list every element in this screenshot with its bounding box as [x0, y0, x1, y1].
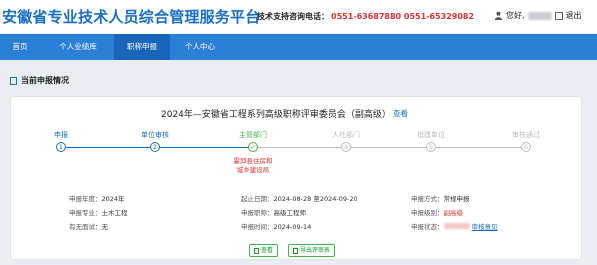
info-level: 申报级别：副高级: [411, 209, 463, 217]
step-current-department: 霍邱县住房和城乡建设局: [233, 157, 273, 174]
info-title: 申报职称：高级工程师: [241, 209, 306, 217]
application-card: 2024年—安徽省工程系列高级职称评审委员会（副高级） 查看 申报 单位审核 主…: [10, 96, 582, 260]
step-circle-5: 5: [426, 142, 436, 152]
export-icon: [293, 247, 298, 254]
info-dates: 起止日期：2024-08-28 至2024-09-20: [241, 195, 358, 203]
info-year: 申报年度：2024年: [69, 195, 125, 203]
user-icon: [494, 11, 503, 20]
nav-performance[interactable]: 个人业绩库: [46, 34, 110, 60]
info-method: 申报方式：常规申报: [411, 195, 470, 203]
info-interview: 有无面试：无: [69, 223, 108, 231]
export-review-form-button[interactable]: 导出评审表: [288, 244, 336, 257]
app-title: 安徽省专业技术人员综合管理服务平台: [2, 8, 261, 26]
step-label-6: 审核通过: [512, 131, 540, 139]
step-label-3: 主管部门: [239, 131, 267, 139]
section-header: 当前申报情况: [10, 75, 69, 86]
info-major: 申报专业：土木工程: [69, 209, 128, 217]
nav-title-apply[interactable]: 职称申报: [114, 34, 170, 60]
top-header: 安徽省专业技术人员综合管理服务平台 技术支持咨询电话： 0551-63687880…: [0, 0, 597, 34]
step-circle-2: 2: [150, 142, 160, 152]
view-button[interactable]: 查看: [249, 244, 279, 257]
review-opinion-link[interactable]: 审核意见: [472, 223, 498, 231]
user-area: 您好, 退出: [494, 10, 582, 21]
support-hotline: 技术支持咨询电话： 0551-63687880 0551-65329082: [257, 11, 474, 22]
logout-icon[interactable]: [554, 11, 563, 20]
nav-home[interactable]: 首页: [0, 34, 40, 60]
step-line-3: [258, 147, 346, 148]
step-line-2: [160, 147, 253, 148]
info-status: 申报状态： 审核意见: [411, 223, 498, 231]
hotline-label: 技术支持咨询电话：: [257, 12, 329, 21]
step-label-4: 人社部门: [332, 131, 360, 139]
step-line-4: [351, 147, 431, 148]
main-nav: 首页 个人业绩库 职称申报 个人中心: [0, 34, 597, 60]
user-greeting: 您好,: [506, 11, 525, 20]
user-name-redacted: [527, 11, 552, 20]
step-circle-3-check-icon: ✓: [248, 142, 258, 152]
step-label-2: 单位审核: [141, 131, 169, 139]
nav-personal-center[interactable]: 个人中心: [170, 34, 230, 60]
progress-steps: 申报 单位审核 主管部门 人社部门 指建单位 审核通过 1 2 ✓ 4 5 6 …: [11, 97, 581, 187]
document-icon: [10, 76, 17, 85]
hotline-numbers: 0551-63687880 0551-65329082: [331, 12, 475, 21]
step-label-5: 指建单位: [417, 131, 445, 139]
section-title: 当前申报情况: [21, 76, 69, 85]
view-doc-icon: [254, 247, 259, 254]
step-circle-6: 6: [521, 142, 531, 152]
step-line-1: [66, 147, 155, 148]
step-circle-4: 4: [341, 142, 351, 152]
step-circle-1: 1: [56, 142, 66, 152]
logout-link[interactable]: 退出: [566, 10, 582, 21]
step-label-1: 申报: [54, 131, 68, 139]
info-time: 申报时间：2024-09-14: [241, 223, 312, 231]
step-line-5: [436, 147, 526, 148]
status-redacted: [443, 223, 470, 229]
